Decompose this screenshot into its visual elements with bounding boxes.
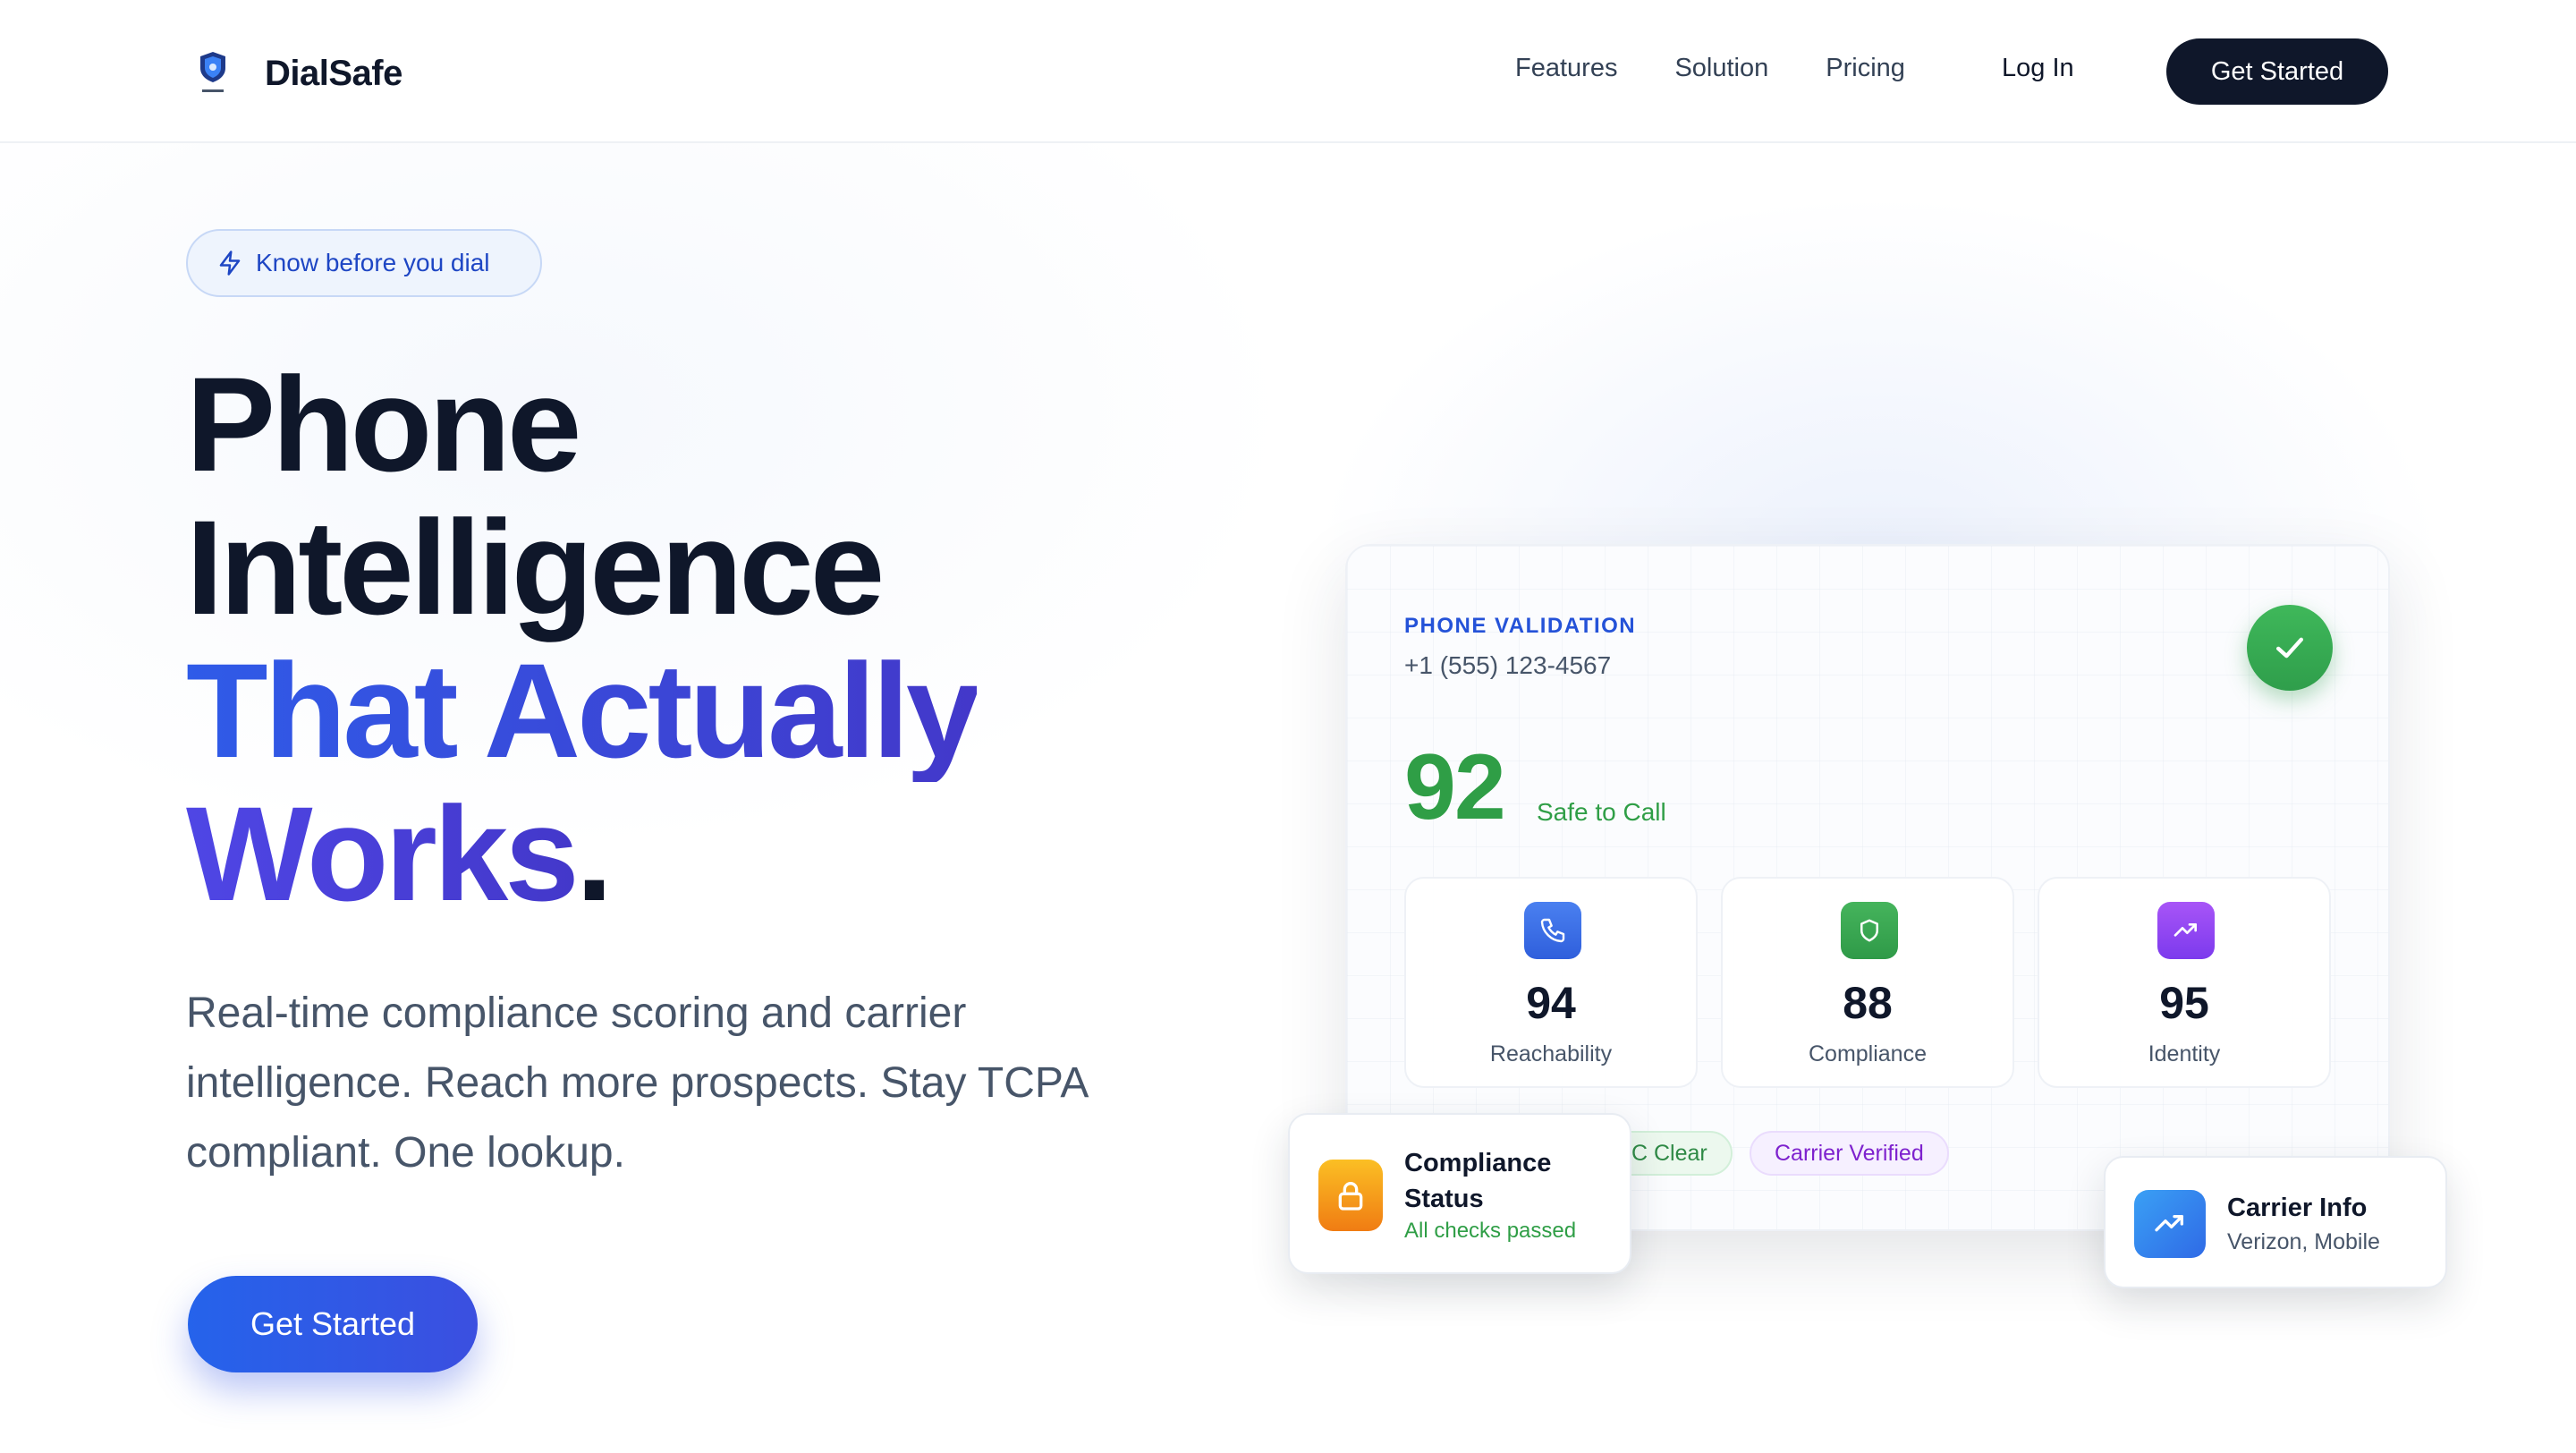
overall-score: 92 <box>1404 735 1506 839</box>
compliance-status-title: Compliance Status <box>1404 1149 1552 1213</box>
metric-label: Identity <box>2148 1041 2221 1066</box>
login-link[interactable]: Log In <box>2002 54 2074 83</box>
lightning-icon <box>219 251 241 276</box>
metric-compliance: 88 Compliance <box>1721 877 2014 1088</box>
hero-title-line-1: Phone <box>186 349 581 499</box>
metric-reachability: 94 Reachability <box>1404 877 1698 1088</box>
top-nav: DialSafe Features Solution Pricing Log I… <box>0 0 2576 143</box>
carrier-info-title: Carrier Info <box>2227 1194 2368 1222</box>
nav-get-started-button[interactable]: Get Started <box>2166 38 2388 105</box>
card-label: PHONE VALIDATION <box>1404 614 1637 638</box>
shield-icon <box>1841 902 1898 959</box>
carrier-info-detail: Verizon, Mobile <box>2227 1229 2380 1254</box>
nav-link-pricing[interactable]: Pricing <box>1826 54 1905 83</box>
trending-up-icon <box>2157 902 2215 959</box>
tagline-pill: Know before you dial <box>186 229 542 297</box>
phone-number: +1 (555) 123-4567 <box>1404 651 1612 679</box>
lock-icon <box>1318 1160 1383 1231</box>
tagline-text: Know before you dial <box>256 249 490 276</box>
tag-carrier-verified: Carrier Verified <box>1750 1131 1949 1176</box>
score-label: Safe to Call <box>1537 798 1666 826</box>
brand-name: DialSafe <box>265 53 402 93</box>
metric-value: 88 <box>1843 978 1893 1028</box>
hero-title-line-3: That Actually <box>186 635 980 786</box>
shield-logo-icon <box>193 47 233 100</box>
nav-links: Features Solution Pricing <box>1515 54 1962 83</box>
carrier-info-card: Carrier Info Verizon, Mobile <box>2104 1156 2447 1288</box>
metric-identity: 95 Identity <box>2038 877 2331 1088</box>
trending-up-icon <box>2134 1190 2206 1258</box>
compliance-status-text: All checks passed <box>1404 1219 1577 1243</box>
compliance-status-card: Compliance Status All checks passed <box>1288 1113 1631 1274</box>
hero-title-works: Works <box>186 778 580 929</box>
metric-label: Reachability <box>1489 1041 1613 1066</box>
metric-value: 95 <box>2159 978 2209 1028</box>
brand[interactable]: DialSafe <box>193 47 402 100</box>
nav-link-solution[interactable]: Solution <box>1674 54 1768 83</box>
hero-title-dot: . <box>575 778 614 929</box>
hero-subtitle: Real-time compliance scoring and carrier… <box>186 990 1087 1177</box>
metric-label: Compliance <box>1808 1041 1927 1066</box>
phone-icon <box>1524 902 1581 959</box>
hero-title: Phone Intelligence That Actually Works. <box>186 349 980 925</box>
check-icon <box>2247 605 2333 691</box>
nav-link-features[interactable]: Features <box>1515 54 1617 83</box>
metric-value: 94 <box>1526 978 1576 1028</box>
hero-title-line-2: Intelligence <box>186 492 885 642</box>
hero-get-started-button[interactable]: Get Started <box>188 1276 478 1372</box>
hero-title-line-4: Works. <box>186 782 977 925</box>
